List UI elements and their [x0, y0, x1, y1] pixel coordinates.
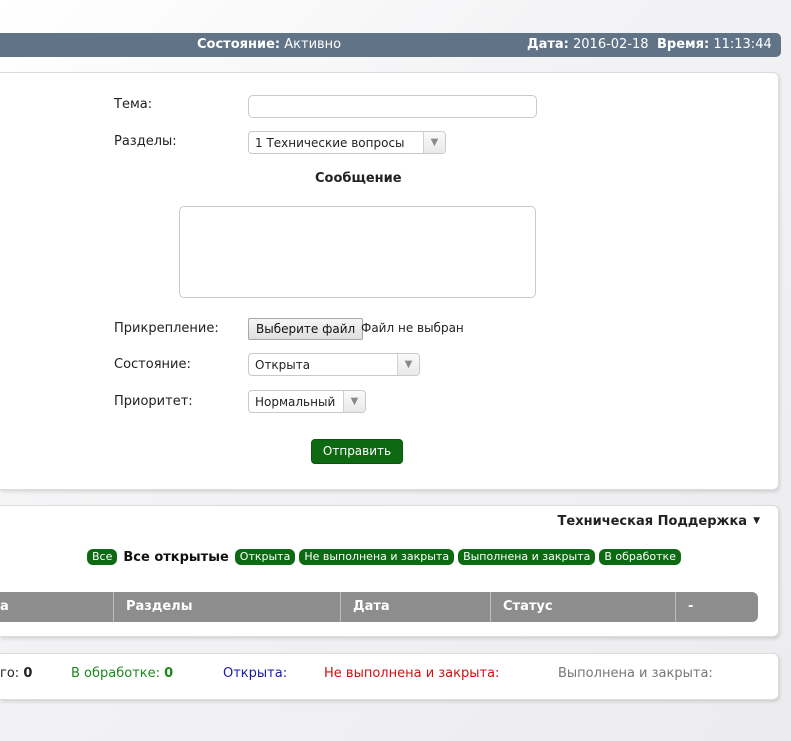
stat-not-done-closed: Не выполнена и закрыта:: [324, 666, 500, 681]
message-textarea[interactable]: [179, 206, 536, 298]
column-header-sections[interactable]: Разделы: [114, 592, 192, 622]
state-select-value: Открыта: [255, 358, 311, 372]
subject-input[interactable]: [248, 95, 537, 118]
attachment-status: Файл не выбран: [361, 321, 464, 335]
stat-done-closed: Выполнена и закрыта:: [558, 666, 713, 681]
filter-open[interactable]: Открыта: [234, 549, 296, 565]
filter-in-progress[interactable]: В обработке: [599, 549, 681, 565]
sections-label: Разделы:: [114, 134, 177, 149]
submit-button[interactable]: Отправить: [311, 439, 403, 464]
chevron-down-icon: ▼: [423, 132, 445, 153]
column-header-actions: -: [688, 599, 694, 614]
date-indicator: Дата: 2016-02-18: [527, 37, 649, 52]
stats-panel: го: 0 В обработке: 0 Открыта: Не выполне…: [0, 653, 779, 700]
subject-label: Тема:: [114, 97, 153, 112]
chevron-down-icon: ▼: [397, 354, 419, 375]
choose-file-button[interactable]: Выберите файл: [248, 318, 364, 340]
filter-not-done-closed[interactable]: Не выполнена и закрыта: [299, 549, 455, 565]
state-select[interactable]: Открыта ▼: [248, 353, 420, 376]
ticket-form-panel: Тема: Разделы: 1 Технические вопросы ▼ С…: [0, 72, 779, 490]
stat-open: Открыта:: [223, 666, 288, 681]
column-header[interactable]: а: [0, 592, 9, 622]
filter-all[interactable]: Все: [87, 549, 118, 565]
attachment-label: Прикрепление:: [114, 321, 219, 336]
tickets-table-header: а Разделы Дата Статус -: [0, 592, 758, 622]
stat-in-progress: В обработке: 0: [71, 666, 174, 681]
priority-select[interactable]: Нормальный ▼: [248, 390, 366, 413]
state-indicator: Состояние: Активно: [197, 37, 342, 52]
status-bar: Состояние: Активно Дата: 2016-02-18 Врем…: [0, 33, 781, 57]
sections-select-value: 1 Технические вопросы: [255, 136, 405, 150]
column-header-status[interactable]: Статус: [491, 592, 553, 622]
support-menu[interactable]: Техническая Поддержка ▼: [558, 514, 760, 529]
stat-total: го: 0: [0, 666, 33, 681]
filter-bar: Все Все открытые Открыта Не выполнена и …: [87, 549, 681, 565]
priority-select-value: Нормальный: [255, 395, 336, 409]
column-header-date[interactable]: Дата: [341, 592, 390, 622]
message-title: Сообщение: [315, 171, 402, 186]
filter-all-open[interactable]: Все открытые: [121, 550, 230, 565]
state-label: Состояние:: [114, 357, 191, 372]
sections-select[interactable]: 1 Технические вопросы ▼: [248, 131, 446, 154]
priority-label: Приоритет:: [114, 394, 193, 409]
support-panel: Техническая Поддержка ▼ Все Все открытые …: [0, 505, 779, 637]
support-title: Техническая Поддержка: [557, 514, 748, 529]
chevron-down-icon: ▼: [343, 391, 365, 412]
filter-done-closed[interactable]: Выполнена и закрыта: [458, 549, 596, 565]
time-indicator: Время: 11:13:44: [657, 37, 772, 52]
caret-down-icon: ▼: [753, 516, 760, 526]
